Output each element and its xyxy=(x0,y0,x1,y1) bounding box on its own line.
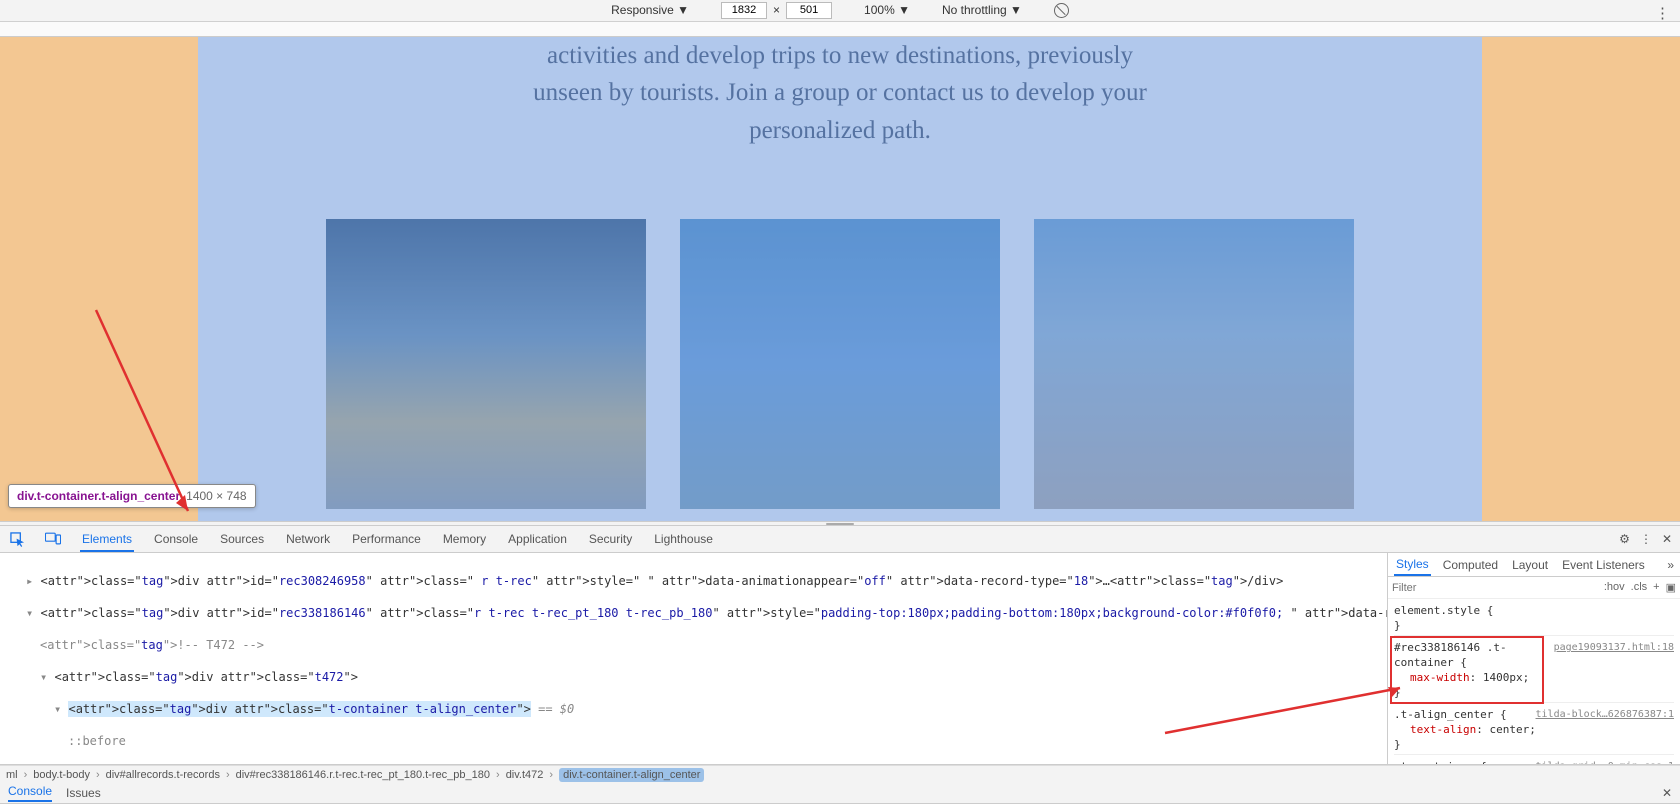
hov-toggle[interactable]: :hov xyxy=(1604,581,1625,594)
inspect-highlight-overlay xyxy=(198,37,1482,521)
tab-application[interactable]: Application xyxy=(506,526,569,552)
rule-source-link[interactable]: page19093137.html:18 xyxy=(1554,640,1674,655)
settings-gear-icon[interactable]: ⚙ xyxy=(1619,532,1630,546)
devtools-tab-bar: Elements Console Sources Network Perform… xyxy=(0,526,1680,553)
drawer-close-icon[interactable]: ✕ xyxy=(1662,786,1672,800)
tab-memory[interactable]: Memory xyxy=(441,526,488,552)
crumb[interactable]: div#allrecords.t-records xyxy=(106,769,220,781)
dom-node[interactable]: <attr">class="tag">div attr">id="rec3082… xyxy=(12,573,1387,589)
tab-sources[interactable]: Sources xyxy=(218,526,266,552)
tab-security[interactable]: Security xyxy=(587,526,634,552)
styles-panel: Styles Computed Layout Event Listeners »… xyxy=(1387,553,1680,764)
drawer-tab-console[interactable]: Console xyxy=(8,784,52,802)
tab-network[interactable]: Network xyxy=(284,526,332,552)
crumb[interactable]: div#rec338186146.r.t-rec.t-rec_pt_180.t-… xyxy=(236,769,490,781)
dimension-separator: × xyxy=(773,3,780,17)
annotation-arrow-2 xyxy=(1160,683,1410,743)
styles-rules[interactable]: element.style { } page19093137.html:18 #… xyxy=(1388,599,1680,764)
new-style-rule-icon[interactable]: + xyxy=(1653,581,1659,594)
rendered-viewport: activities and develop trips to new dest… xyxy=(0,37,1680,521)
drawer-tab-bar: Console Issues ✕ xyxy=(0,784,1680,804)
viewport-width-input[interactable] xyxy=(721,2,767,19)
styles-tab-listeners[interactable]: Event Listeners xyxy=(1560,555,1647,575)
devtools-close-icon[interactable]: ✕ xyxy=(1662,532,1672,546)
tab-lighthouse[interactable]: Lighthouse xyxy=(652,526,715,552)
styles-panel-menu-icon[interactable]: ▣ xyxy=(1666,581,1676,594)
styles-tabs-more-icon[interactable]: » xyxy=(1667,558,1674,572)
rule-source-link[interactable]: tilda-block…626876387:1 xyxy=(1536,707,1674,722)
toggle-device-icon[interactable] xyxy=(44,530,62,548)
rule-selector[interactable]: element.style { xyxy=(1394,603,1674,618)
responsive-mode-dropdown[interactable]: Responsive ▼ xyxy=(611,3,689,17)
rule-source-link[interactable]: tilda-grid-…0.min.css:1 xyxy=(1536,759,1674,764)
zoom-dropdown[interactable]: 100% ▼ xyxy=(864,3,910,17)
styles-tab-styles[interactable]: Styles xyxy=(1394,554,1431,576)
device-toolbar: Responsive ▼ × 100% ▼ No throttling ▼ ⋮ xyxy=(0,0,1680,22)
viewport-height-input[interactable] xyxy=(786,2,832,19)
crumb[interactable]: ml xyxy=(6,769,18,781)
crumb[interactable]: div.t472 xyxy=(506,769,544,781)
dom-breadcrumbs[interactable]: ml› body.t-body› div#allrecords.t-record… xyxy=(0,765,1680,783)
dom-node[interactable]: <attr">class="tag">div attr">id="rec3381… xyxy=(12,605,1387,621)
styles-filter-input[interactable] xyxy=(1392,582,1604,594)
styles-tab-computed[interactable]: Computed xyxy=(1441,555,1500,575)
inspect-element-icon[interactable] xyxy=(8,530,26,548)
cls-toggle[interactable]: .cls xyxy=(1631,581,1648,594)
drawer-body[interactable] xyxy=(0,804,1680,812)
tab-performance[interactable]: Performance xyxy=(350,526,423,552)
device-toolbar-menu-icon[interactable]: ⋮ xyxy=(1655,4,1670,22)
throttling-dropdown[interactable]: No throttling ▼ xyxy=(942,3,1022,17)
styles-tab-layout[interactable]: Layout xyxy=(1510,555,1550,575)
crumb[interactable]: body.t-body xyxy=(33,769,90,781)
drawer-tab-issues[interactable]: Issues xyxy=(66,786,101,800)
rotate-icon[interactable] xyxy=(1054,3,1069,18)
crumb-selected[interactable]: div.t-container.t-align_center xyxy=(559,768,704,782)
dom-comment: <attr">class="tag">!-- T472 --> xyxy=(12,637,1387,653)
devtools-menu-icon[interactable]: ⋮ xyxy=(1640,532,1652,546)
element-inspect-tooltip: div.t-container.t-align_center1400 × 748 xyxy=(8,484,256,508)
ruler-bar xyxy=(0,22,1680,37)
tab-elements[interactable]: Elements xyxy=(80,526,134,552)
tab-console[interactable]: Console xyxy=(152,526,200,552)
